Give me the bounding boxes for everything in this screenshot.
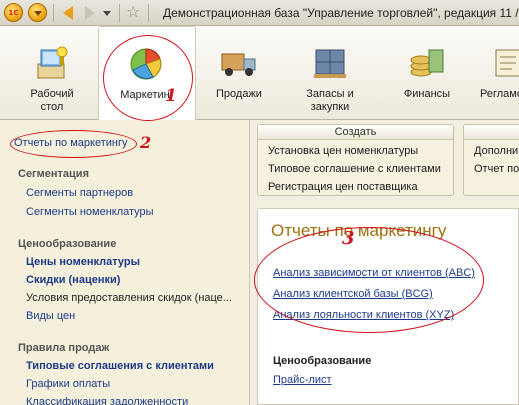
sidebar-item-typical-agreements[interactable]: Типовые соглашения с клиентами	[26, 360, 214, 372]
create-panel-title: Создать	[258, 125, 453, 140]
annotation-ellipse-2	[10, 130, 137, 158]
annotation-number-3: 3	[342, 228, 355, 249]
sidebar-item-discount-conditions[interactable]: Условия предоставления скидок (наце...	[26, 292, 232, 304]
separator	[148, 4, 149, 22]
section-finance[interactable]: Финансы	[392, 26, 462, 120]
sidebar-item-discounts[interactable]: Скидки (наценки)	[26, 274, 120, 286]
section-label: Финансы	[403, 88, 451, 100]
sidebar-item-payment-schedules[interactable]: Графики оплаты	[26, 378, 110, 390]
additional-item[interactable]: Дополни	[474, 145, 518, 157]
sidebar-item-debt-classification[interactable]: Классификация задолженности	[26, 396, 188, 405]
additional-panel-title	[464, 125, 519, 140]
section-label: Запасы и закупки	[306, 88, 354, 113]
annotation-number-2: 2	[140, 133, 152, 152]
annotation-ellipse-3	[254, 227, 484, 333]
section-stocks[interactable]: Запасы и закупки	[290, 26, 370, 120]
sidebar-item-prices[interactable]: Цены номенклатуры	[26, 256, 140, 268]
create-price-setting[interactable]: Установка цен номенклатуры	[268, 145, 418, 157]
create-typical-agreement[interactable]: Типовое соглашение с клиентами	[268, 163, 441, 175]
title-bar: 1С ☆ Демонстрационная база "Управление т…	[0, 0, 519, 26]
back-arrow-icon[interactable]	[58, 4, 78, 22]
section-regulations[interactable]: Регламе	[478, 26, 519, 120]
section-label: Рабочий стол	[30, 88, 74, 113]
forward-arrow-icon[interactable]	[80, 4, 100, 22]
sidebar: Отчеты по маркетингу Сегментация Сегмент…	[0, 120, 250, 405]
app-logo-icon[interactable]: 1С	[4, 3, 23, 22]
desktop-icon	[37, 46, 68, 79]
sections-panel: Рабочий стол Маркетинг Продажи Запасы и	[0, 26, 519, 121]
annotation-number-1: 1	[165, 86, 177, 106]
regulations-icon	[495, 49, 519, 77]
sidebar-item-price-types[interactable]: Виды цен	[26, 310, 75, 322]
window-title: Демонстрационная база "Управление торгов…	[163, 6, 519, 20]
section-label: Регламе	[480, 88, 519, 100]
delivery-truck-icon	[221, 53, 256, 76]
separator	[53, 4, 54, 22]
history-dropdown-icon[interactable]	[100, 4, 114, 22]
section-label: Продажи	[216, 88, 262, 100]
sidebar-group-segmentation: Сегментация	[18, 168, 89, 180]
create-panel: Создать Установка цен номенклатуры Типов…	[257, 124, 454, 196]
sidebar-item-partner-segments[interactable]: Сегменты партнеров	[26, 187, 133, 199]
separator	[119, 4, 120, 22]
section-sales[interactable]: Продажи	[204, 26, 274, 120]
additional-panel: Дополни Отчет по	[463, 124, 519, 196]
sidebar-group-pricing: Ценообразование	[18, 238, 117, 250]
create-supplier-prices[interactable]: Регистрация цен поставщика	[268, 181, 418, 193]
star-icon[interactable]: ☆	[126, 3, 140, 21]
annotation-ellipse-1	[103, 35, 193, 121]
pallet-icon	[314, 49, 346, 78]
sidebar-item-nomenclature-segments[interactable]: Сегменты номенклатуры	[26, 206, 154, 218]
main-menu-button[interactable]	[28, 3, 47, 22]
coins-icon	[410, 49, 444, 77]
report-link-price-list[interactable]: Прайс-лист	[273, 374, 332, 386]
section-desktop[interactable]: Рабочий стол	[18, 26, 86, 120]
pricing-subgroup-title: Ценообразование	[273, 355, 372, 367]
additional-item[interactable]: Отчет по	[474, 163, 519, 175]
sidebar-group-sales-rules: Правила продаж	[18, 342, 110, 354]
